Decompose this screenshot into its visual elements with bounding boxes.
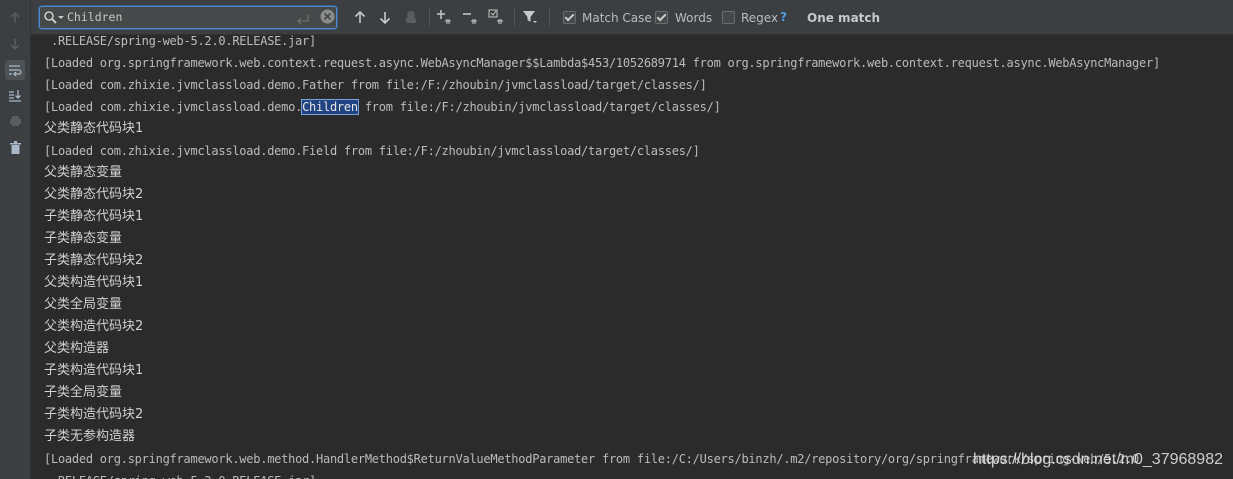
console-line: 父类构造代码块1 <box>44 275 144 290</box>
next-occurrence-icon[interactable] <box>377 9 393 25</box>
search-field[interactable]: Children <box>39 6 337 29</box>
console-text: from file:/F:/zhoubin/jvmclassload/targe… <box>357 100 721 114</box>
arrow-down-icon[interactable] <box>5 34 25 54</box>
match-count-status: One match <box>807 11 881 25</box>
words-label[interactable]: Words <box>675 11 712 25</box>
console-line: .RELEASE/spring-web-5.2.0.RELEASE.jar] <box>44 35 317 48</box>
match-case-checkbox[interactable] <box>563 11 576 24</box>
search-match-highlight: Children <box>301 99 359 115</box>
regex-checkbox[interactable] <box>722 11 735 24</box>
regex-label[interactable]: Regex <box>741 11 778 25</box>
console-line: 父类静态变量 <box>44 165 123 180</box>
console-line: 子类构造代码块1 <box>44 363 144 378</box>
new-line-icon[interactable] <box>296 11 310 30</box>
console-line: [Loaded com.zhixie.jvmclassload.demo.Fie… <box>44 144 700 158</box>
console-line: [Loaded com.zhixie.jvmclassload.demo.Fat… <box>44 78 707 92</box>
arrow-up-icon[interactable] <box>5 8 25 28</box>
watermark: https://blog.csdn.net/m0_37968982 <box>973 451 1223 468</box>
console-line: 父类静态代码块1 <box>44 121 144 136</box>
match-case-label[interactable]: Match Case <box>582 11 652 25</box>
search-history-icon[interactable] <box>43 10 65 25</box>
find-bar: Children Match Case Words Regex ? One ma… <box>31 0 1233 35</box>
console-line: [Loaded org.springframework.web.context.… <box>44 56 1160 70</box>
console-line: .RELEASE/spring-web-5.2.0.RELEASE.jar] <box>44 470 316 479</box>
console-line: 子类静态代码块1 <box>44 209 144 224</box>
console-line: 父类静态代码块2 <box>44 187 144 202</box>
console-line: 父类构造器 <box>44 341 110 356</box>
previous-occurrence-icon[interactable] <box>352 9 368 25</box>
console-line: 子类静态代码块2 <box>44 253 144 268</box>
trash-icon[interactable] <box>5 137 25 157</box>
find-in-all-icon[interactable] <box>403 9 419 25</box>
search-input[interactable]: Children <box>67 9 122 25</box>
console-line: [Loaded com.zhixie.jvmclassload.demo.Chi… <box>44 96 721 118</box>
console-line: 子类构造代码块2 <box>44 407 144 422</box>
remove-occurrence-icon[interactable] <box>462 9 478 25</box>
console-line: 子类静态变量 <box>44 231 123 246</box>
console-output[interactable]: .RELEASE/spring-web-5.2.0.RELEASE.jar] [… <box>31 35 1233 479</box>
console-line: 子类全局变量 <box>44 385 123 400</box>
console-line: 子类无参构造器 <box>44 429 136 444</box>
clear-search-icon[interactable] <box>320 9 335 28</box>
scroll-to-end-icon[interactable] <box>5 85 25 105</box>
soft-wrap-icon[interactable] <box>5 60 25 80</box>
console-tool-rail <box>0 0 31 479</box>
regex-help-icon[interactable]: ? <box>780 10 787 24</box>
print-icon[interactable] <box>5 111 25 131</box>
console-line: 父类全局变量 <box>44 297 123 312</box>
select-all-occurrences-icon[interactable] <box>488 9 504 25</box>
words-checkbox[interactable] <box>655 11 668 24</box>
console-line: 父类构造代码块2 <box>44 319 144 334</box>
filter-icon[interactable] <box>522 9 538 25</box>
console-text: [Loaded com.zhixie.jvmclassload.demo. <box>44 100 303 114</box>
add-occurrence-icon[interactable] <box>436 9 452 25</box>
